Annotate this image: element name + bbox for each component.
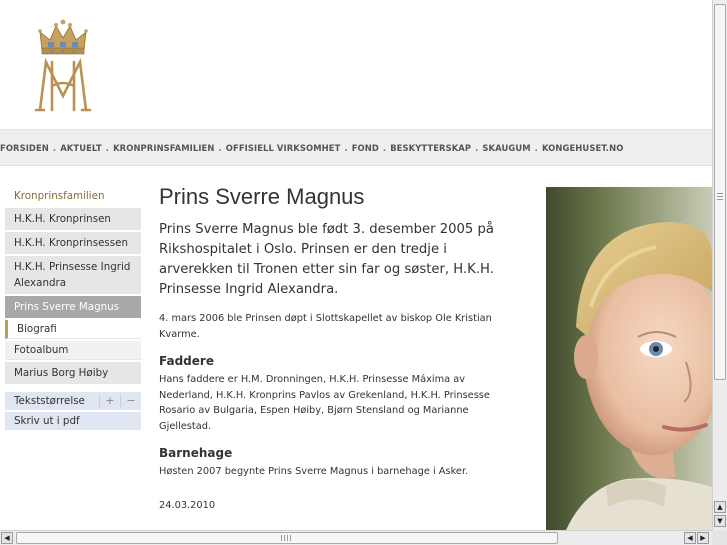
nav-separator: .: [382, 142, 387, 153]
top-navigation: FORSIDEN . AKTUELT . KRONPRINSFAMILIEN .…: [0, 129, 712, 166]
page-title: Prins Sverre Magnus: [159, 184, 365, 209]
grip-icon: [281, 535, 293, 541]
right-arrow-icon: ▶: [700, 534, 706, 542]
nav-item-skaugum[interactable]: SKAUGUM: [482, 143, 530, 153]
sidebar-subitem-fotoalbum[interactable]: Fotoalbum: [5, 341, 141, 360]
left-arrow-icon: ◀: [4, 534, 10, 542]
scrollbar-corner: [712, 530, 727, 545]
portrait-image: [546, 187, 712, 530]
horizontal-scroll-thumb[interactable]: [16, 532, 558, 544]
page-tools: Tekststørrelse + − Skriv ut i pdf: [5, 392, 141, 432]
print-pdf-button[interactable]: Skriv ut i pdf: [5, 412, 141, 430]
sidebar-navigation: Kronprinsfamilien H.K.H. Kronprinsen H.K…: [5, 186, 141, 384]
sidebar-heading[interactable]: Kronprinsfamilien: [5, 186, 141, 206]
sidebar-item-marius-borg-hoiby[interactable]: Marius Borg Høiby: [5, 362, 141, 384]
section-heading-barnehage: Barnehage: [159, 446, 233, 460]
nav-item-aktuelt[interactable]: AKTUELT: [60, 143, 102, 153]
section-heading-faddere: Faddere: [159, 354, 214, 368]
left-arrow-icon: ◀: [687, 534, 693, 542]
page-viewport: FORSIDEN . AKTUELT . KRONPRINSFAMILIEN .…: [0, 0, 712, 530]
text-size-decrease-button[interactable]: −: [120, 394, 141, 408]
nav-item-kronprinsfamilien[interactable]: KRONPRINSFAMILIEN: [113, 143, 214, 153]
scroll-left-button-end[interactable]: ◀: [684, 532, 696, 544]
vertical-scroll-thumb[interactable]: [714, 4, 726, 380]
section-text-faddere: Hans faddere er H.M. Dronningen, H.K.H. …: [159, 374, 490, 432]
article-date: 24.03.2010: [159, 499, 216, 511]
nav-item-kongehuset[interactable]: KONGEHUSET.NO: [542, 143, 623, 153]
scroll-right-button[interactable]: ▶: [697, 532, 709, 544]
sidebar-item-kronprinsen[interactable]: H.K.H. Kronprinsen: [5, 208, 141, 230]
crown-monogram-icon: [34, 19, 92, 112]
nav-separator: .: [52, 142, 57, 153]
sidebar-item-sverre-magnus[interactable]: Prins Sverre Magnus: [5, 296, 141, 318]
print-pdf-label: Skriv ut i pdf: [14, 415, 80, 427]
article-paragraph: 4. mars 2006 ble Prinsen døpt i Slottska…: [159, 313, 492, 340]
article-lead: Prins Sverre Magnus ble født 3. desember…: [159, 222, 494, 297]
nav-item-fond[interactable]: FOND: [352, 143, 379, 153]
nav-separator: .: [534, 142, 538, 153]
portrait-photo: [546, 187, 712, 530]
section-text-barnehage: Høsten 2007 begynte Prins Sverre Magnus …: [159, 466, 469, 477]
text-size-increase-button[interactable]: +: [99, 394, 120, 408]
text-size-label: Tekststørrelse: [14, 395, 85, 407]
sidebar-subitem-biografi[interactable]: Biografi: [5, 320, 141, 339]
article-content: Prins Sverre Magnus Prins Sverre Magnus …: [159, 184, 509, 511]
up-arrow-icon: ▲: [717, 503, 723, 511]
grip-icon: [717, 193, 723, 201]
nav-separator: .: [218, 142, 222, 153]
nav-item-offisiell-virksomhet[interactable]: OFFISIELL VIRKSOMHET: [226, 143, 341, 153]
nav-item-forsiden[interactable]: FORSIDEN: [0, 143, 49, 153]
nav-separator: .: [344, 142, 348, 153]
sidebar-item-ingrid-alexandra[interactable]: H.K.H. Prinsesse Ingrid Alexandra: [5, 256, 141, 294]
down-arrow-icon: ▼: [717, 517, 723, 525]
horizontal-scrollbar[interactable]: ◀ ◀ ▶: [0, 530, 712, 545]
nav-item-beskytterskap[interactable]: BESKYTTERSKAP: [390, 143, 471, 153]
sidebar-item-kronprinsessen[interactable]: H.K.H. Kronprinsessen: [5, 232, 141, 254]
scroll-up-button[interactable]: ▲: [714, 501, 726, 513]
nav-separator: .: [475, 142, 479, 153]
vertical-scrollbar[interactable]: ▲ ▼: [712, 0, 727, 530]
royal-monogram-logo[interactable]: [30, 18, 96, 114]
nav-separator: .: [105, 142, 110, 153]
scroll-down-button[interactable]: ▼: [714, 515, 726, 527]
scroll-left-button[interactable]: ◀: [1, 532, 13, 544]
text-size-control: Tekststørrelse + −: [5, 392, 141, 410]
